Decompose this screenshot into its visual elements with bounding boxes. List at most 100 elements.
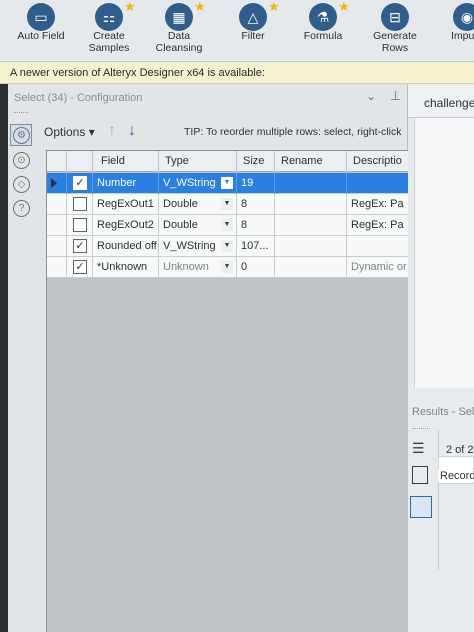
type-dropdown-icon[interactable]: ▼ <box>221 198 233 210</box>
right-panel: challenge Results - Sele ☰ 2 of 2 Record <box>408 84 474 632</box>
tag-icon[interactable]: ◇ <box>13 176 30 193</box>
cell-size[interactable]: 107... <box>237 236 275 257</box>
field-checkbox[interactable] <box>73 197 87 211</box>
options-button[interactable]: Options ▾ <box>44 125 95 139</box>
canvas-tab-label: challenge <box>424 96 474 110</box>
field-checkbox[interactable]: ✓ <box>73 260 87 274</box>
type-dropdown-icon[interactable]: ▼ <box>221 219 233 231</box>
configuration-title: Select (34) - Configuration <box>14 92 143 104</box>
description-value: RegEx: Pa <box>351 219 404 231</box>
cell-field[interactable]: Rounded off <box>93 236 159 257</box>
header-check <box>67 151 93 172</box>
results-divider <box>438 430 439 570</box>
table-row[interactable]: RegExOut2 Double ▼ 8 RegEx: Pa <box>47 215 408 236</box>
header-type[interactable]: Type <box>159 151 237 172</box>
imputation-icon: ◉ <box>453 3 474 31</box>
type-value: Double <box>163 219 198 231</box>
tool-label: Data Cleansing <box>155 30 203 54</box>
workflow-canvas[interactable] <box>414 118 474 388</box>
results-title: Results - Sele <box>412 406 474 418</box>
type-dropdown-icon[interactable]: ▼ <box>221 261 233 273</box>
type-value: Unknown <box>163 261 209 273</box>
tool-create-samples[interactable]: ⚏ ★ Create Samples <box>72 0 146 62</box>
field-grid: Field Type Size Rename Descriptio ✓ Numbe… <box>46 150 408 632</box>
cell-description[interactable]: RegEx: Pa <box>347 215 408 236</box>
header-rename[interactable]: Rename <box>275 151 347 172</box>
screen: ▭ Auto Field ⚏ ★ Create Samples ▦ ★ Data Cleans… <box>0 0 474 632</box>
star-icon: ★ <box>338 0 350 14</box>
connection-icon[interactable]: ⊙ <box>13 152 30 169</box>
cell-description[interactable]: RegEx: Pa <box>347 194 408 215</box>
cell-type[interactable]: V_WString ▼ <box>159 236 237 257</box>
row-check-cell: ✓ <box>67 257 93 278</box>
cell-rename[interactable] <box>275 173 347 194</box>
cell-rename[interactable] <box>275 236 347 257</box>
grid-header: Field Type Size Rename Descriptio <box>47 151 408 172</box>
field-checkbox[interactable]: ✓ <box>73 176 87 190</box>
cell-rename[interactable] <box>275 215 347 236</box>
field-checkbox[interactable]: ✓ <box>73 239 87 253</box>
cell-description[interactable]: Dynamic or <box>347 257 408 278</box>
tool-formula[interactable]: ⚗ ★ Formula <box>286 0 360 62</box>
metadata-icon[interactable] <box>410 496 432 518</box>
chevron-down-icon[interactable]: ⌄ <box>366 89 376 103</box>
star-icon: ★ <box>268 0 280 14</box>
move-up-icon[interactable]: ↑ <box>108 122 116 140</box>
cell-size[interactable]: 8 <box>237 194 275 215</box>
cell-type[interactable]: Double ▼ <box>159 215 237 236</box>
type-value: Double <box>163 198 198 210</box>
tool-filter[interactable]: △ ★ Filter <box>216 0 290 62</box>
row-pointer-cell <box>47 194 67 215</box>
cell-field[interactable]: *Unknown <box>93 257 159 278</box>
tool-imputation[interactable]: ◉Imputa <box>430 0 474 62</box>
field-value: RegExOut1 <box>97 198 154 210</box>
tool-auto-field[interactable]: ▭ Auto Field <box>4 0 78 62</box>
record-view-icon[interactable] <box>412 466 428 484</box>
table-row[interactable]: ✓ Rounded off V_WString ▼ 107... <box>47 236 408 257</box>
table-row[interactable]: ✓ *Unknown Unknown ▼ 0 Dynamic or <box>47 257 408 278</box>
header-size[interactable]: Size <box>237 151 275 172</box>
header-field[interactable]: Field <box>93 151 159 172</box>
cell-field[interactable]: Number <box>93 173 159 194</box>
results-area: ☰ 2 of 2 Record <box>408 422 474 632</box>
field-value: RegExOut2 <box>97 219 154 231</box>
cell-size[interactable]: 8 <box>237 215 275 236</box>
cell-size[interactable]: 19 <box>237 173 275 194</box>
header-description[interactable]: Descriptio <box>347 151 408 172</box>
type-dropdown-icon[interactable]: ▼ <box>221 177 233 189</box>
cell-type[interactable]: Double ▼ <box>159 194 237 215</box>
records-icon[interactable]: ☰ <box>412 440 426 456</box>
cell-type[interactable]: V_WString ▼ <box>159 173 237 194</box>
options-label: Options <box>44 125 86 139</box>
type-value: V_WString <box>163 240 216 252</box>
table-row[interactable]: ✓ Number V_WString ▼ 19 <box>47 173 408 194</box>
field-checkbox[interactable] <box>73 218 87 232</box>
pin-icon[interactable]: ⊥ <box>390 88 401 104</box>
type-dropdown-icon[interactable]: ▼ <box>221 240 233 252</box>
canvas-tab[interactable]: challenge <box>408 84 474 118</box>
cell-rename[interactable] <box>275 257 347 278</box>
generate-rows-icon: ⊟ <box>381 3 409 31</box>
cell-field[interactable]: RegExOut1 <box>93 194 159 215</box>
tool-generate-rows[interactable]: ⊟ Generate Rows <box>358 0 432 62</box>
table-row[interactable]: RegExOut1 Double ▼ 8 RegEx: Pa <box>47 194 408 215</box>
help-icon[interactable]: ? <box>13 200 30 217</box>
cell-type[interactable]: Unknown ▼ <box>159 257 237 278</box>
cell-rename[interactable] <box>275 194 347 215</box>
tool-label: Create Samples <box>88 30 130 54</box>
cell-description[interactable] <box>347 236 408 257</box>
tool-data-cleansing[interactable]: ▦ ★ Data Cleansing <box>142 0 216 62</box>
filter-icon: △ <box>239 3 267 31</box>
cell-size[interactable]: 0 <box>237 257 275 278</box>
row-pointer-cell <box>47 215 67 236</box>
cell-field[interactable]: RegExOut2 <box>93 215 159 236</box>
record-count: 2 of 2 <box>446 444 474 456</box>
move-down-icon[interactable]: ↓ <box>128 122 136 140</box>
auto-field-icon: ▭ <box>27 3 55 31</box>
tool-label: Imputa <box>450 30 474 42</box>
size-value: 8 <box>241 198 248 210</box>
update-banner[interactable]: A newer version of Alteryx Designer x64 … <box>0 62 474 84</box>
formula-icon: ⚗ <box>309 3 337 31</box>
gear-tab[interactable]: ⚙ <box>10 124 32 146</box>
cell-description[interactable] <box>347 173 408 194</box>
